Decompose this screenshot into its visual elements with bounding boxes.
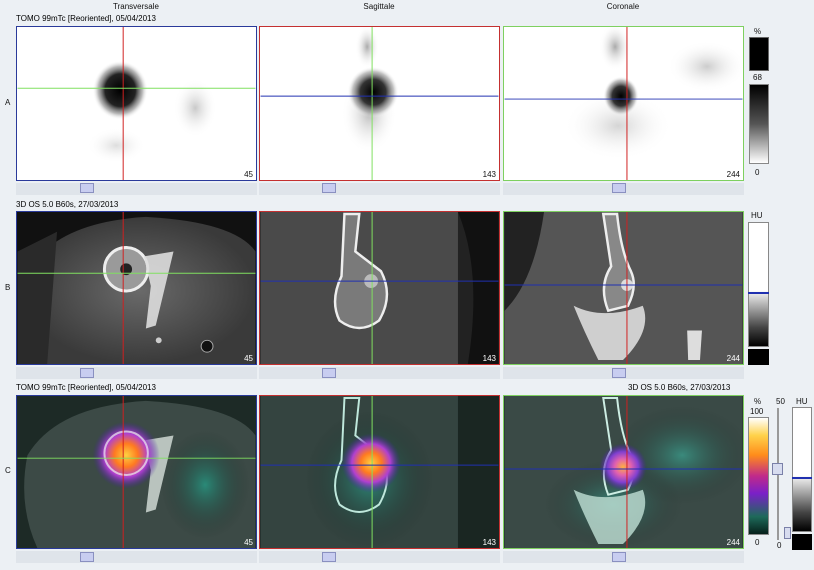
column-title-transversal: Transversale: [113, 2, 159, 11]
slice-slider-b-transversal[interactable]: [80, 368, 94, 378]
viewport-c-sagittal[interactable]: 143: [259, 395, 500, 549]
blend-slider-thumb[interactable]: [772, 463, 783, 475]
colorbar-black-top: [749, 37, 769, 71]
slice-number: 45: [244, 170, 253, 179]
column-title-coronal: Coronale: [606, 2, 640, 11]
row-c-title-right: 3D OS 5.0 B60s, 27/03/2013: [628, 383, 731, 392]
slider-track: [259, 551, 500, 563]
colorbar-black-bottom-c: [792, 534, 812, 550]
viewport-a-coronal[interactable]: 244: [503, 26, 744, 181]
scale-min-a: 0: [755, 168, 760, 177]
slice-number: 143: [482, 170, 496, 179]
slice-number: 143: [482, 538, 496, 547]
slice-slider-a-sagittal[interactable]: [322, 183, 336, 193]
viewport-b-sagittal[interactable]: 143: [259, 211, 500, 365]
slice-number: 143: [482, 354, 496, 363]
slice-slider-c-transversal[interactable]: [80, 552, 94, 562]
viewport-c-coronal[interactable]: 244: [503, 395, 744, 549]
viewport-b-transversal[interactable]: 45: [16, 211, 257, 365]
row-a-title: TOMO 99mTc [Reoriented], 05/04/2013: [16, 14, 156, 23]
row-label-a: A: [5, 98, 11, 107]
viewport-b-coronal[interactable]: 244: [503, 211, 744, 365]
grayscale-colorbar-c-hu[interactable]: [792, 407, 812, 532]
slice-slider-a-transversal[interactable]: [80, 183, 94, 193]
fused-transversal-image: [17, 396, 256, 548]
viewport-a-transversal[interactable]: 45: [16, 26, 257, 181]
nm-transversal-image: [17, 27, 256, 180]
window-marker-c[interactable]: [792, 477, 812, 479]
nm-coronal-image: [504, 27, 743, 180]
slice-slider-b-coronal[interactable]: [612, 368, 626, 378]
ct-coronal-image: [504, 212, 743, 364]
blend-slider-bottom-thumb[interactable]: [784, 527, 791, 539]
column-title-sagittal: Sagittale: [363, 2, 395, 11]
row-c-title-left: TOMO 99mTc [Reoriented], 05/04/2013: [16, 383, 156, 392]
grayscale-colorbar-a[interactable]: [749, 84, 769, 164]
row-label-b: B: [5, 283, 11, 292]
blend-min: 0: [777, 541, 782, 550]
ct-sagittal-image: [260, 212, 499, 364]
viewport-a-sagittal[interactable]: 143: [259, 26, 500, 181]
slice-slider-a-coronal[interactable]: [612, 183, 626, 193]
window-marker-b[interactable]: [748, 292, 769, 294]
grayscale-colorbar-b[interactable]: [748, 222, 769, 347]
slice-number: 244: [726, 538, 740, 547]
scale-unit-b: HU: [751, 211, 763, 220]
slider-track: [259, 183, 500, 195]
slice-slider-c-coronal[interactable]: [612, 552, 626, 562]
slice-slider-b-sagittal[interactable]: [322, 368, 336, 378]
fused-sagittal-image: [260, 396, 499, 548]
slice-number: 45: [244, 538, 253, 547]
hu-unit-c: HU: [796, 397, 808, 406]
slider-track: [16, 183, 257, 195]
slice-slider-c-sagittal[interactable]: [322, 552, 336, 562]
row-b-title: 3D OS 5.0 B60s, 27/03/2013: [16, 200, 119, 209]
slice-number: 244: [726, 354, 740, 363]
scale-max-c: 100: [750, 407, 764, 416]
scale-max-a: 68: [753, 73, 762, 82]
colorbar-black-bottom-b: [748, 349, 769, 365]
scale-min-c: 0: [755, 538, 760, 547]
scale-unit-a: %: [754, 27, 762, 36]
scale-unit-c: %: [754, 397, 762, 406]
slider-track: [16, 551, 257, 563]
row-label-c: C: [5, 466, 11, 475]
fused-coronal-image: [504, 396, 743, 548]
slice-number: 45: [244, 354, 253, 363]
ct-transversal-image: [17, 212, 256, 364]
color-colorbar-c[interactable]: [748, 417, 769, 535]
blend-value: 50: [776, 397, 785, 406]
slider-track: [259, 367, 500, 379]
nm-sagittal-image: [260, 27, 499, 180]
slice-number: 244: [726, 170, 740, 179]
slider-track: [16, 367, 257, 379]
viewport-c-transversal[interactable]: 45: [16, 395, 257, 549]
